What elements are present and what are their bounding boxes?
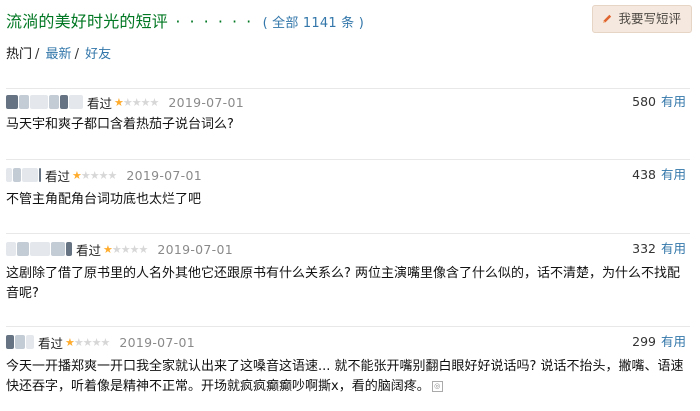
review-meta: 看过 ★★★★★ 2019-07-01 <box>6 162 202 188</box>
watch-status: 看过 <box>76 242 102 258</box>
sort-tabs: 热门 / 最新 / 好友 <box>6 43 113 62</box>
username-blurred[interactable] <box>6 168 42 182</box>
review-date: 2019-07-01 <box>119 334 195 350</box>
review-text: 不管主角配角台词功底也太烂了吧 <box>6 192 202 207</box>
tab-hot[interactable]: 热门 <box>6 47 32 62</box>
count-open: ( 全部 <box>262 16 299 31</box>
review-item: 看过 ★★★★★ 2019-07-01 580 有用 马天宇和爽子都口含着热茄子说… <box>6 88 690 155</box>
star-rating: ★★★★★ <box>103 242 148 256</box>
review-meta: 看过 ★★★★★ 2019-07-01 <box>6 236 233 262</box>
username-blurred[interactable] <box>6 242 73 256</box>
review-text-body: 今天一开播郑爽一开口我全家就认出来了这嗓音这语速... 就不能张开嘴别翻白眼好好… <box>6 359 684 394</box>
review-text: 这剧除了借了原书里的人名外其他它还跟原书有什么关系么? 两位主演嘴里像含了什么似… <box>6 266 681 301</box>
vote-area: 438 有用 <box>632 162 686 188</box>
vote-count: 438 <box>632 167 656 182</box>
vote-area: 332 有用 <box>632 236 686 262</box>
review-text: 今天一开播郑爽一开口我全家就认出来了这嗓音这语速... 就不能张开嘴别翻白眼好好… <box>6 357 686 397</box>
watch-status: 看过 <box>38 335 64 351</box>
write-review-label: 我要写短评 <box>618 11 681 26</box>
review-date: 2019-07-01 <box>126 167 202 183</box>
review-item: 看过 ★★★★★ 2019-07-01 438 有用 不管主角配角台词功底也太烂了… <box>6 159 690 228</box>
title-text: 流淌的美好时光的短评 <box>6 12 169 31</box>
vote-count: 580 <box>632 94 656 109</box>
tab-separator: / <box>74 47 79 62</box>
all-comments-link[interactable]: ( 全部 1141 条 ) <box>263 16 364 31</box>
review-date: 2019-07-01 <box>168 94 244 110</box>
tab-latest[interactable]: 最新 <box>46 47 72 62</box>
tab-separator: / <box>35 47 40 62</box>
vote-count: 332 <box>632 241 656 256</box>
review-meta: 看过 ★★★★★ 2019-07-01 <box>6 329 195 355</box>
star-rating: ★★★★★ <box>65 335 110 349</box>
useful-button[interactable]: 有用 <box>661 241 686 256</box>
write-review-button[interactable]: 我要写短评 <box>592 5 692 33</box>
title-dots: · · · · · · <box>175 12 254 31</box>
vote-area: 580 有用 <box>632 89 686 115</box>
report-icon[interactable]: ◎ <box>431 381 443 392</box>
review-text: 马天宇和爽子都口含着热茄子说台词么? <box>6 117 234 132</box>
watch-status: 看过 <box>87 95 113 111</box>
count-close: 条 ) <box>341 16 364 31</box>
useful-button[interactable]: 有用 <box>661 94 686 109</box>
section-title: 流淌的美好时光的短评 · · · · · · ( 全部 1141 条 ) <box>6 8 364 32</box>
star-rating: ★★★★★ <box>72 168 117 182</box>
tab-friends[interactable]: 好友 <box>85 47 111 62</box>
review-item: 看过 ★★★★★ 2019-07-01 332 有用 这剧除了借了原书里的人名外其… <box>6 233 690 324</box>
vote-count: 299 <box>632 334 656 349</box>
review-meta: 看过 ★★★★★ 2019-07-01 <box>6 89 244 115</box>
star-rating: ★★★★★ <box>114 95 159 109</box>
pencil-icon <box>603 14 612 23</box>
review-date: 2019-07-01 <box>157 241 233 257</box>
review-item: 看过 ★★★★★ 2019-07-01 299 有用 今天一开播郑爽一开口我全家就… <box>6 326 690 411</box>
username-blurred[interactable] <box>6 335 35 349</box>
useful-button[interactable]: 有用 <box>661 334 686 349</box>
vote-area: 299 有用 <box>632 329 686 355</box>
username-blurred[interactable] <box>6 95 84 109</box>
watch-status: 看过 <box>45 168 71 184</box>
comments-header: 流淌的美好时光的短评 · · · · · · ( 全部 1141 条 ) 我要写… <box>6 0 696 36</box>
count-number: 1141 <box>302 16 337 31</box>
useful-button[interactable]: 有用 <box>661 167 686 182</box>
